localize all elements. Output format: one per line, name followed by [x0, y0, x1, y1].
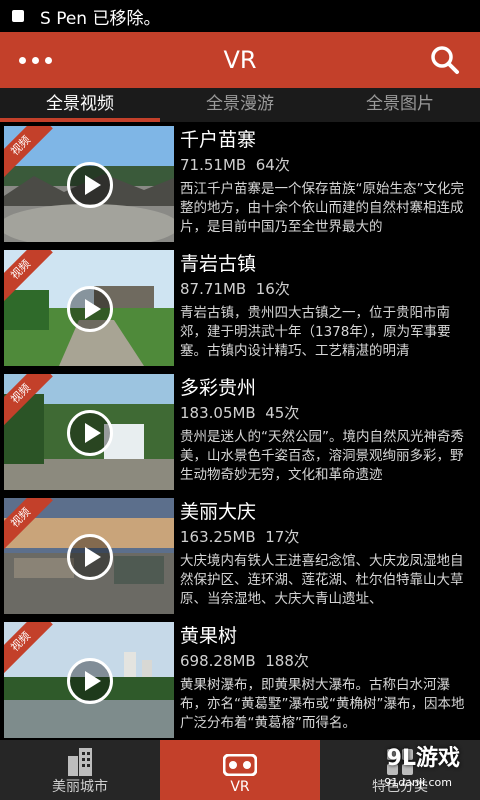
status-text: S Pen 已移除。	[40, 8, 161, 29]
play-icon[interactable]	[67, 286, 113, 332]
item-view-count: 17次	[265, 528, 300, 546]
play-icon[interactable]	[67, 534, 113, 580]
more-dots-icon[interactable]	[10, 32, 60, 88]
item-meta: 183.05MB 45次	[180, 402, 476, 424]
item-view-count: 16次	[255, 280, 290, 298]
item-size: 183.05MB	[180, 404, 256, 422]
item-meta: 698.28MB 188次	[180, 650, 476, 672]
item-size: 71.51MB	[180, 156, 247, 174]
watermark-logo: 9L游戏	[386, 746, 460, 771]
play-icon[interactable]	[67, 658, 113, 704]
item-description: 大庆境内有铁人王进喜纪念馆、大庆龙凤湿地自然保护区、连环湖、莲花湖、杜尔伯特靠山…	[180, 553, 464, 607]
video-thumbnail[interactable]: 视频	[4, 498, 174, 614]
item-title[interactable]: 千户苗寨	[180, 126, 476, 154]
video-thumbnail[interactable]: 视频	[4, 126, 174, 242]
item-title[interactable]: 美丽大庆	[180, 498, 476, 526]
play-icon[interactable]	[67, 410, 113, 456]
play-icon[interactable]	[67, 162, 113, 208]
item-description: 贵州是迷人的“天然公园”。境内自然风光神奇秀美，山水景色千姿百态，溶洞景观绚丽多…	[180, 429, 464, 483]
item-description: 西江千户苗寨是一个保存苗族“原始生态”文化完整的地方，由十余个依山而建的自然村寨…	[180, 181, 464, 235]
tab-panorama-video[interactable]: 全景视频	[0, 88, 160, 122]
video-thumbnail[interactable]: 视频	[4, 374, 174, 490]
list-item[interactable]: 视频 青岩古镇 87.71MB 16次 青岩古镇，贵州四大古镇之一，位于贵阳市南…	[0, 246, 480, 370]
item-description: 青岩古镇，贵州四大古镇之一，位于贵阳市南郊，建于明洪武十年（1378年），原为军…	[180, 305, 451, 359]
video-thumbnail[interactable]: 视频	[4, 250, 174, 366]
status-bar: S Pen 已移除。	[0, 0, 480, 32]
building-icon	[0, 740, 160, 776]
item-size: 698.28MB	[180, 652, 256, 670]
tab-panorama-image[interactable]: 全景图片	[320, 88, 480, 122]
nav-beautiful-city[interactable]: 美丽城市	[0, 740, 160, 800]
notification-icon	[12, 10, 24, 22]
item-title[interactable]: 青岩古镇	[180, 250, 476, 278]
list-item[interactable]: 视频 黄果树 698.28MB 188次 黄果树瀑布，即黄果树大瀑布。古称白水河…	[0, 618, 480, 740]
tab-panorama-tour[interactable]: 全景漫游	[160, 88, 320, 122]
nav-vr[interactable]: VR	[160, 740, 320, 800]
item-title[interactable]: 黄果树	[180, 622, 476, 650]
category-tabs: 全景视频 全景漫游 全景图片	[0, 88, 480, 122]
nav-label: VR	[230, 779, 250, 795]
item-meta: 71.51MB 64次	[180, 154, 476, 176]
list-item[interactable]: 视频 千户苗寨 71.51MB 64次 西江千户苗寨是一个保存苗族“原始生态”文…	[0, 122, 480, 246]
video-list: 视频 千户苗寨 71.51MB 64次 西江千户苗寨是一个保存苗族“原始生态”文…	[0, 122, 480, 740]
item-size: 163.25MB	[180, 528, 256, 546]
app-bar: VR	[0, 32, 480, 88]
item-title[interactable]: 多彩贵州	[180, 374, 476, 402]
search-icon[interactable]	[420, 32, 470, 88]
item-meta: 163.25MB 17次	[180, 526, 476, 548]
nav-label: 美丽城市	[52, 779, 108, 795]
vr-goggles-icon	[160, 740, 320, 776]
list-item[interactable]: 视频 多彩贵州 183.05MB 45次 贵州是迷人的“天然公园”。境内自然风光…	[0, 370, 480, 494]
watermark-site: 91danji.com	[384, 776, 452, 789]
item-view-count: 64次	[255, 156, 290, 174]
item-view-count: 45次	[265, 404, 300, 422]
video-thumbnail[interactable]: 视频	[4, 622, 174, 738]
item-size: 87.71MB	[180, 280, 247, 298]
list-item[interactable]: 视频 美丽大庆 163.25MB 17次 大庆境内有铁人王进喜纪念馆、大庆龙凤湿…	[0, 494, 480, 618]
item-description: 黄果树瀑布，即黄果树大瀑布。古称白水河瀑布，亦名“黄葛墅”瀑布或“黄桷树”瀑布，…	[180, 677, 465, 731]
item-view-count: 188次	[265, 652, 309, 670]
site-watermark: 9L游戏 91danji.com	[314, 742, 474, 798]
item-meta: 87.71MB 16次	[180, 278, 476, 300]
page-title: VR	[223, 46, 257, 74]
